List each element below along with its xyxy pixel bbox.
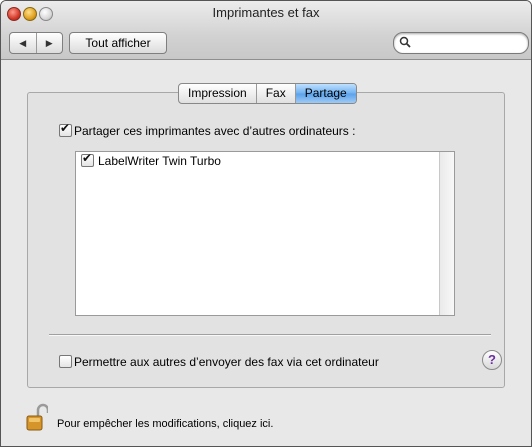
- help-button[interactable]: ?: [482, 350, 502, 370]
- window-title: Imprimantes et fax: [212, 5, 320, 20]
- title-bar: Imprimantes et fax ◀ ▶ Tout afficher: [1, 1, 531, 60]
- fax-sharing-label: Permettre aux autres d’envoyer des fax v…: [74, 355, 379, 369]
- list-scrollbar[interactable]: [439, 152, 454, 315]
- fax-sharing-checkbox[interactable]: [59, 355, 72, 368]
- open-lock-icon[interactable]: [26, 403, 48, 433]
- share-printers-checkbox[interactable]: [59, 121, 72, 137]
- forward-button[interactable]: ▶: [35, 33, 63, 53]
- divider: [49, 334, 491, 336]
- printer-checkbox[interactable]: [81, 151, 94, 167]
- tab-bar: Impression Fax Partage: [178, 83, 357, 104]
- forward-arrow-icon: ▶: [45, 37, 53, 48]
- printer-name: LabelWriter Twin Turbo: [98, 154, 221, 168]
- printer-list[interactable]: [75, 151, 455, 316]
- back-arrow-icon: ◀: [19, 37, 27, 48]
- search-input[interactable]: [414, 35, 519, 50]
- tab-fax[interactable]: Fax: [255, 84, 295, 103]
- lock-message[interactable]: Pour empêcher les modifications, cliquez…: [57, 418, 273, 430]
- search-field[interactable]: [393, 32, 529, 54]
- magnifier-icon: [399, 36, 411, 48]
- tab-impression[interactable]: Impression: [179, 84, 256, 103]
- tab-partage[interactable]: Partage: [294, 84, 356, 103]
- show-all-button[interactable]: Tout afficher: [69, 32, 167, 54]
- nav-button-group: ◀ ▶: [9, 32, 63, 54]
- preferences-window: Imprimantes et fax ◀ ▶ Tout afficher Imp…: [0, 0, 532, 447]
- back-button[interactable]: ◀: [10, 33, 36, 53]
- share-printers-label: Partager ces imprimantes avec d’autres o…: [74, 124, 356, 138]
